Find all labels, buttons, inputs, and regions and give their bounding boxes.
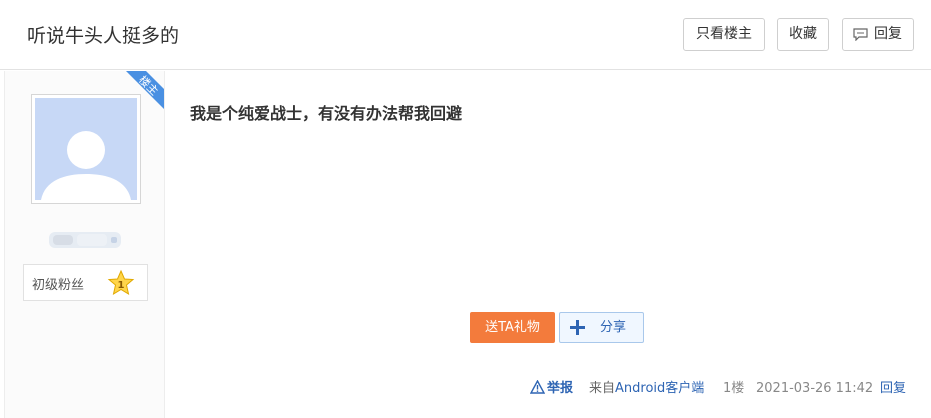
thread-title: 听说牛头人挺多的: [27, 25, 180, 47]
default-avatar-icon: [35, 98, 137, 200]
floor-number: 1楼: [723, 381, 745, 396]
source-client-link[interactable]: Android客户端: [615, 381, 704, 396]
thread-header: 听说牛头人挺多的 只看楼主 收藏 回复: [0, 0, 931, 70]
plus-icon: [570, 320, 585, 335]
author-panel: 楼主 初级粉丝 1: [4, 71, 165, 418]
share-label: 分享: [600, 320, 627, 335]
share-button[interactable]: 分享: [559, 312, 644, 343]
reply-button[interactable]: 回复: [842, 18, 914, 51]
favorite-button[interactable]: 收藏: [777, 18, 829, 51]
warning-icon: [530, 380, 545, 394]
report-link[interactable]: 举报: [530, 379, 573, 399]
level-title: 初级粉丝: [32, 278, 85, 293]
star-icon: 1: [107, 269, 135, 296]
post-time: 2021-03-26 11:42: [756, 381, 874, 396]
fan-level-badge[interactable]: 初级粉丝 1: [23, 264, 148, 301]
reply-button-label: 回复: [874, 26, 902, 42]
post-content: 我是个纯爱战士，有没有办法帮我回避: [190, 104, 463, 123]
username-blurred[interactable]: [49, 229, 121, 251]
send-gift-button[interactable]: 送TA礼物: [470, 312, 555, 343]
comment-icon: [853, 28, 868, 41]
only-op-button[interactable]: 只看楼主: [683, 18, 765, 51]
source-prefix: 来自: [589, 381, 616, 396]
level-number: 1: [118, 280, 125, 291]
avatar[interactable]: [31, 94, 141, 204]
report-label: 举报: [547, 381, 574, 396]
source-info: 来自Android客户端: [589, 379, 704, 399]
post: 楼主 初级粉丝 1 我是个纯爱战士，有没有办法帮我回避 送TA礼物 分享 举报 …: [0, 71, 931, 418]
post-reply-link[interactable]: 回复: [880, 379, 906, 399]
